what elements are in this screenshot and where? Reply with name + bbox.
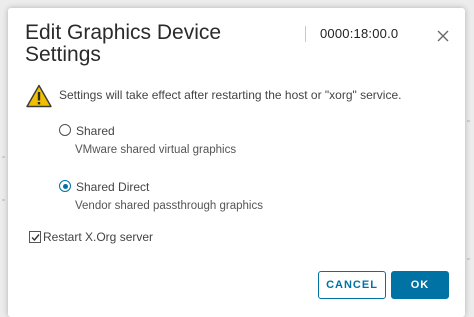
backdrop-fragment: [467, 120, 470, 122]
restart-xorg-label: Restart X.Org server: [43, 230, 154, 244]
warning-message: Settings will take effect after restarti…: [59, 88, 402, 102]
restart-xorg-checkbox[interactable]: [29, 231, 41, 243]
warning-icon: [26, 84, 52, 108]
shared-radio[interactable]: [59, 124, 71, 136]
edit-graphics-device-dialog: Edit Graphics Device Settings 0000:18:00…: [8, 8, 465, 317]
shared-label: Shared: [76, 124, 115, 138]
dialog-title: Edit Graphics Device Settings: [25, 21, 222, 66]
close-icon: [437, 30, 449, 42]
shared-description: VMware shared virtual graphics: [75, 144, 237, 156]
backdrop-fragment: [467, 258, 470, 260]
backdrop-fragment: [2, 156, 5, 158]
device-id: 0000:18:00.0: [320, 26, 399, 41]
ok-button[interactable]: OK: [391, 271, 449, 299]
header-divider: [305, 26, 306, 42]
warning-alert: [26, 82, 52, 110]
shared-direct-radio[interactable]: [59, 180, 71, 192]
backdrop-fragment: [2, 199, 5, 201]
shared-direct-description: Vendor shared passthrough graphics: [75, 200, 263, 212]
cancel-button[interactable]: CANCEL: [318, 271, 386, 299]
shared-direct-label: Shared Direct: [76, 180, 150, 194]
checkmark-icon: [31, 233, 40, 241]
close-button[interactable]: [431, 24, 455, 48]
